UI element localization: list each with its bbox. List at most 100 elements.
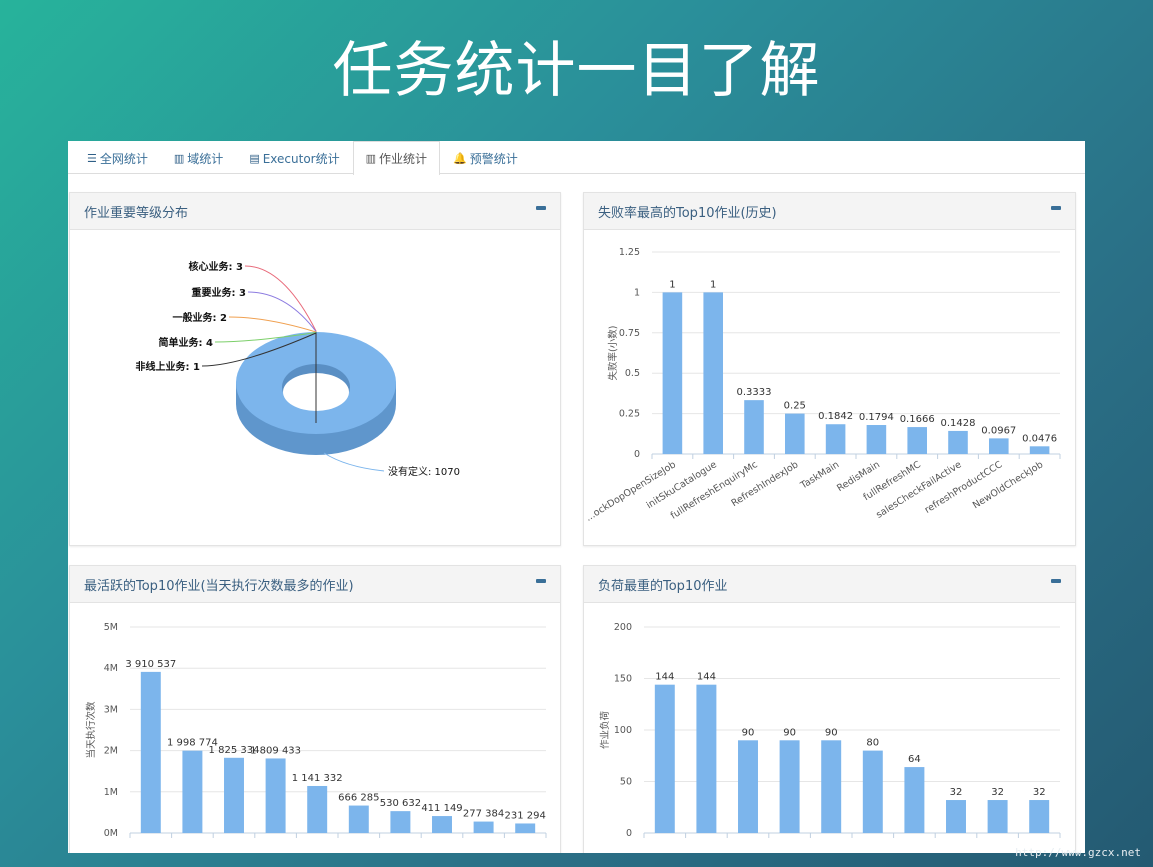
data-label: 1 bbox=[710, 279, 716, 290]
bar bbox=[224, 757, 244, 833]
server-icon: ▤ bbox=[249, 151, 260, 165]
collapse-icon[interactable] bbox=[536, 579, 546, 583]
y-tick-label: 1M bbox=[104, 787, 118, 798]
failure-rate-bar-chart: 00.250.50.7511.25失败率(小数)1...ockDopOpenSi… bbox=[584, 247, 1061, 524]
x-tick-label: TaskMain bbox=[798, 459, 841, 492]
tab-alert-stats[interactable]: 🔔 预警统计 bbox=[440, 141, 531, 174]
bar bbox=[432, 816, 452, 833]
data-label: 1 bbox=[669, 279, 675, 290]
bar bbox=[866, 425, 887, 454]
bar bbox=[390, 811, 411, 833]
y-tick-label: 3M bbox=[104, 704, 118, 715]
heaviest-load-bar-chart: 0 50 100 150 200 作业负荷 144 144 90 90 90 80 64 32 32 32 bbox=[599, 622, 1061, 839]
bar bbox=[989, 438, 1009, 454]
slice-connector bbox=[323, 452, 385, 472]
bar bbox=[987, 800, 1008, 833]
y-tick-label: 0.75 bbox=[619, 328, 640, 339]
collapse-icon[interactable] bbox=[1051, 206, 1061, 210]
bar bbox=[907, 427, 927, 454]
panel-title: 最活跃的Top10作业(当天执行次数最多的作业) bbox=[84, 578, 354, 594]
panel-title: 失败率最高的Top10作业(历史) bbox=[598, 205, 777, 221]
data-label: 530 632 bbox=[380, 798, 421, 809]
data-label: 0.1842 bbox=[818, 411, 853, 422]
data-label: 666 285 bbox=[338, 793, 379, 804]
watermark: http://www.gzcx.net bbox=[1015, 846, 1141, 859]
data-label: 64 bbox=[908, 754, 921, 765]
importance-distribution-panel: 作业重要等级分布 核心业务: 3 重要业务: 3 一般业务: 2 简单业务: 4 非线上… bbox=[69, 192, 561, 546]
y-axis-label: 失败率(小数) bbox=[607, 326, 619, 381]
panel-title: 负荷最重的Top10作业 bbox=[598, 578, 728, 594]
data-label: 0.1794 bbox=[859, 412, 894, 423]
tab-label: 作业统计 bbox=[379, 152, 428, 166]
bar bbox=[1029, 446, 1050, 454]
data-label: 0.0476 bbox=[1022, 433, 1057, 444]
job-statistics-app: ☰ 全网统计 ▥ 域统计 ▤ Executor统计 ▥ 作业统计 🔔 预警统计 … bbox=[68, 141, 1085, 853]
y-tick-label: 2M bbox=[104, 746, 118, 757]
bar bbox=[862, 750, 883, 833]
data-label: 0.25 bbox=[784, 401, 806, 412]
bar bbox=[1029, 800, 1050, 833]
bar bbox=[473, 821, 494, 833]
bar bbox=[738, 740, 758, 833]
x-tick-label: NewOldCheckJob bbox=[971, 459, 1045, 511]
y-tick-label: 0 bbox=[634, 449, 640, 460]
bar bbox=[825, 424, 846, 454]
tab-network-stats[interactable]: ☰ 全网统计 bbox=[74, 141, 161, 174]
slice-label: 核心业务: 3 bbox=[189, 260, 243, 273]
stats-tab-bar: ☰ 全网统计 ▥ 域统计 ▤ Executor统计 ▥ 作业统计 🔔 预警统计 bbox=[68, 141, 1085, 175]
y-axis-label: 作业负荷 bbox=[599, 711, 611, 750]
y-tick-label: 50 bbox=[620, 777, 632, 788]
data-label: 1 809 433 bbox=[250, 745, 301, 756]
collapse-icon[interactable] bbox=[1051, 579, 1061, 583]
bar bbox=[515, 823, 536, 833]
bar bbox=[744, 400, 764, 454]
y-tick-label: 0 bbox=[626, 828, 632, 839]
bar bbox=[779, 740, 800, 833]
bar bbox=[696, 684, 717, 833]
bell-icon: 🔔 bbox=[453, 151, 467, 165]
data-label: 90 bbox=[742, 727, 755, 738]
data-label: 3 910 537 bbox=[125, 659, 176, 670]
tab-domain-stats[interactable]: ▥ 域统计 bbox=[161, 141, 236, 174]
tab-executor-stats[interactable]: ▤ Executor统计 bbox=[236, 141, 352, 174]
list-icon: ☰ bbox=[87, 151, 97, 165]
tab-label: 预警统计 bbox=[469, 151, 518, 166]
slice-label: 简单业务: 4 bbox=[159, 336, 213, 349]
bar bbox=[946, 800, 966, 833]
data-label: 90 bbox=[783, 727, 796, 738]
column-chart-icon: ▥ bbox=[365, 152, 377, 165]
bar bbox=[821, 740, 842, 833]
bar bbox=[904, 767, 925, 833]
collapse-icon[interactable] bbox=[536, 206, 546, 210]
bar bbox=[662, 292, 683, 454]
panel-header: 作业重要等级分布 bbox=[70, 193, 560, 230]
most-active-bar-chart: 0M1M2M3M4M5M当天执行次数3 910 5371 998 7741 82… bbox=[85, 622, 547, 839]
data-label: 32 bbox=[991, 787, 1004, 798]
bar bbox=[348, 805, 369, 833]
most-active-panel: 最活跃的Top10作业(当天执行次数最多的作业) 0M 1M 2M 3M 4M 5M 当天执… bbox=[69, 565, 561, 853]
slice-label: 一般业务: 2 bbox=[173, 311, 227, 324]
y-tick-label: 0.5 bbox=[625, 368, 640, 379]
heaviest-load-panel: 负荷最重的Top10作业 0 50 100 150 200 作业负荷 144 144 90 90 9… bbox=[583, 565, 1076, 853]
slice-label: 重要业务: 3 bbox=[192, 286, 246, 299]
y-tick-label: 0.25 bbox=[619, 409, 640, 420]
y-tick-label: 0M bbox=[104, 828, 118, 839]
data-label: 144 bbox=[697, 672, 716, 683]
data-label: 32 bbox=[1033, 787, 1046, 798]
data-label: 144 bbox=[655, 672, 674, 683]
slide-title: 任务统计一目了解 bbox=[332, 36, 821, 106]
panel-title: 作业重要等级分布 bbox=[84, 205, 189, 221]
bar bbox=[785, 413, 805, 454]
data-label: 32 bbox=[950, 787, 963, 798]
panel-header: 负荷最重的Top10作业 bbox=[584, 566, 1075, 603]
y-tick-label: 1.25 bbox=[619, 247, 640, 258]
tab-job-stats[interactable]: ▥ 作业统计 bbox=[352, 141, 441, 175]
bar bbox=[140, 671, 161, 833]
data-label: 90 bbox=[825, 727, 838, 738]
bar bbox=[265, 758, 286, 833]
y-tick-label: 200 bbox=[614, 622, 632, 633]
data-label: 231 294 bbox=[505, 810, 546, 821]
data-label: 0.0967 bbox=[981, 425, 1016, 436]
bar bbox=[703, 292, 723, 454]
bar bbox=[948, 430, 968, 454]
